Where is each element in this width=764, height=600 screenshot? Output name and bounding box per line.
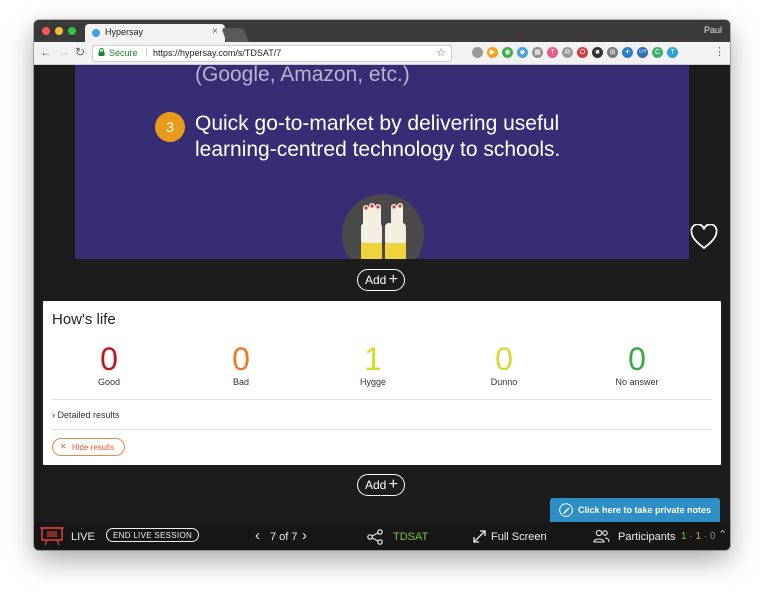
forward-arrow-icon[interactable]: →	[58, 45, 70, 59]
url-text[interactable]: https://hypersay.com/s/TDSAT/7	[153, 48, 281, 58]
poll-title: How's life	[52, 311, 116, 328]
ext-lh-icon[interactable]: LH	[637, 47, 648, 58]
lock-icon	[98, 48, 105, 56]
counter-label: Dunno	[490, 377, 518, 387]
participants-icon[interactable]	[593, 529, 610, 543]
counter-label: No answer	[615, 377, 659, 387]
divider	[52, 429, 712, 430]
ext-pink-icon[interactable]: T	[547, 47, 558, 58]
private-notes-button[interactable]: Click here to take private notes	[550, 498, 720, 522]
secure-label: Secure	[109, 48, 138, 58]
close-window-button[interactable]	[42, 27, 50, 35]
live-presentation-icon	[40, 527, 64, 546]
ext-red-icon[interactable]: O	[577, 47, 588, 58]
slide: (Google, Amazon, etc.) 3 Quick go-to-mar…	[75, 65, 689, 259]
browser-menu-icon[interactable]: ⋮	[714, 45, 725, 58]
counter-value: 0	[100, 341, 118, 377]
back-arrow-icon[interactable]: ←	[40, 45, 52, 59]
minimize-window-button[interactable]	[55, 27, 63, 35]
hands-illustration-icon	[342, 194, 424, 259]
ext-grey-icon[interactable]	[472, 47, 483, 58]
session-code[interactable]: TDSAT	[393, 531, 428, 543]
slide-line-2: learning-centred technology to schools.	[195, 138, 561, 161]
count-separator: ·	[703, 531, 708, 542]
counter-value: 0	[628, 341, 646, 377]
plus-icon: +	[388, 271, 398, 288]
hide-results-button[interactable]: ✕ Hide results	[52, 438, 125, 456]
new-tab-button[interactable]	[221, 28, 249, 42]
slide-number-badge: 3	[155, 112, 185, 142]
slide-line-1: Quick go-to-market by delivering useful	[195, 112, 560, 135]
session-bottom-bar: LIVE END LIVE SESSION ‹ 7 of 7 › TDSAT F…	[34, 522, 730, 550]
count-away: 0	[709, 531, 716, 542]
browser-tab[interactable]: Hypersay ×	[85, 24, 225, 42]
slide-bullet-text: Quick go-to-market by delivering useful …	[195, 111, 560, 163]
reload-icon[interactable]: ↻	[75, 45, 85, 59]
browser-toolbar: ← → ↻ Secure | https://hypersay.com/s/TD…	[34, 42, 730, 65]
fullscreen-button[interactable]: Full Screen	[491, 531, 547, 543]
pen-icon	[559, 503, 573, 517]
poll-counter-bad: 0 Bad	[201, 341, 281, 387]
counter-value: 0	[495, 341, 513, 377]
share-icon[interactable]	[367, 529, 383, 545]
tab-close-button[interactable]: ×	[212, 26, 218, 37]
address-bar[interactable]: Secure | https://hypersay.com/s/TDSAT/7 …	[92, 45, 452, 62]
plus-icon: +	[388, 476, 398, 493]
participants-button[interactable]: Participants	[618, 531, 675, 543]
fullscreen-icon[interactable]	[473, 530, 486, 543]
browser-window: Hypersay × Paul ← → ↻ Secure | https://h…	[34, 20, 730, 550]
counter-label: Good	[97, 377, 121, 387]
hide-results-label: Hide results	[72, 443, 115, 452]
add-button[interactable]: Add +	[357, 269, 405, 291]
presentation-page: (Google, Amazon, etc.) 3 Quick go-to-mar…	[34, 65, 730, 550]
close-icon: ✕	[60, 442, 67, 451]
profile-name[interactable]: Paul	[704, 25, 722, 35]
count-separator: ·	[689, 531, 693, 542]
bookmark-star-icon[interactable]: ☆	[436, 46, 446, 59]
live-label: LIVE	[71, 531, 95, 543]
chevron-up-icon[interactable]: ⌃	[718, 528, 727, 541]
end-live-session-button[interactable]: END LIVE SESSION	[106, 528, 200, 542]
ext-blue-icon[interactable]: ✦	[622, 47, 633, 58]
chevron-right-icon: ›	[52, 410, 55, 420]
detailed-results-toggle[interactable]: › Detailed results	[52, 410, 120, 420]
participant-counts: 1 · 1 · 0	[681, 531, 716, 542]
poll-counter-no-answer: 0 No answer	[597, 341, 677, 387]
url-separator: |	[145, 47, 148, 58]
add-label: Add	[365, 273, 387, 287]
next-slide-icon[interactable]: ›	[302, 527, 307, 544]
count-active: 1	[695, 531, 702, 542]
ext-green-icon[interactable]: ◉	[502, 47, 513, 58]
ext-grid-icon[interactable]: ⊞	[607, 47, 618, 58]
private-notes-label: Click here to take private notes	[578, 505, 712, 515]
ext-dark-icon[interactable]: ■	[592, 47, 603, 58]
heart-icon[interactable]	[690, 224, 718, 250]
counter-label: Hygge	[359, 377, 386, 387]
divider	[52, 399, 712, 400]
ext-t-icon[interactable]: T	[667, 47, 678, 58]
slide-text-top: (Google, Amazon, etc.)	[195, 65, 410, 86]
hypersay-favicon-icon	[92, 29, 100, 37]
detailed-results-label: Detailed results	[57, 410, 120, 420]
counter-label: Bad	[232, 377, 249, 387]
ext-mail-icon[interactable]: ✉	[562, 47, 573, 58]
counter-value: 0	[232, 341, 250, 377]
add-button[interactable]: Add +	[357, 474, 405, 496]
poll-results-card: How's life 0 Good 0 Bad 1 Hygge 0 Dunno 0 No answ…	[43, 301, 721, 465]
ext-grey2-icon[interactable]: ▦	[532, 47, 543, 58]
count-online: 1	[681, 531, 687, 542]
counter-value: 1	[364, 341, 382, 377]
maximize-window-button[interactable]	[68, 27, 76, 35]
tab-title: Hypersay	[105, 27, 144, 37]
previous-slide-icon[interactable]: ‹	[255, 527, 260, 544]
ext-orange-icon[interactable]: ▶	[487, 47, 498, 58]
title-bar: Hypersay × Paul	[34, 20, 730, 42]
poll-counter-dunno: 0 Dunno	[464, 341, 544, 387]
slide-pager: 7 of 7	[270, 531, 298, 543]
poll-counter-hygge: 1 Hygge	[333, 341, 413, 387]
poll-counter-good: 0 Good	[69, 341, 149, 387]
ext-diamond-icon[interactable]: ◆	[517, 47, 528, 58]
ext-c-icon[interactable]: C	[652, 47, 663, 58]
add-label: Add	[365, 478, 387, 492]
